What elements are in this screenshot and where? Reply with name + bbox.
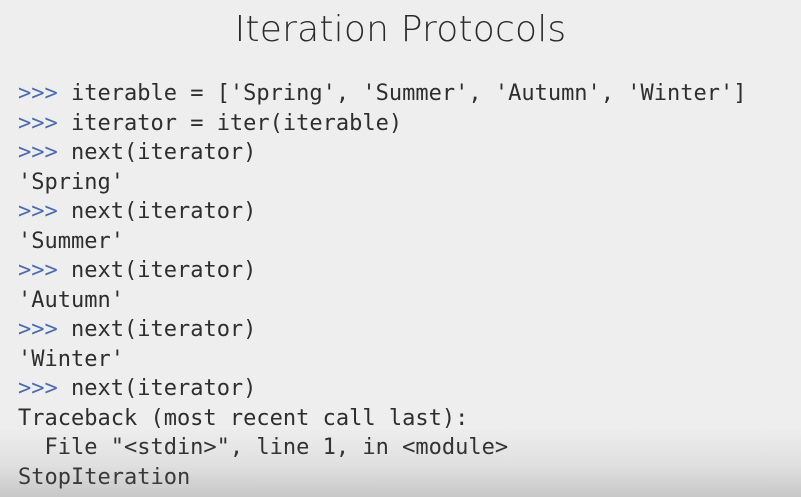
exception-line: StopIteration: [18, 463, 798, 493]
python-console: >>> iterable = ['Spring', 'Summer', 'Aut…: [18, 79, 798, 492]
console-prompt: >>>: [18, 317, 58, 342]
console-text: 'Spring': [18, 169, 124, 195]
console-line: >>> next(iterator): [18, 315, 798, 345]
console-line: >>> iterable = ['Spring', 'Summer', 'Aut…: [18, 79, 798, 109]
console-line: >>> next(iterator): [18, 197, 798, 227]
console-prompt: >>>: [18, 258, 58, 283]
console-text: File "<stdin>", line 1, in <module>: [18, 435, 509, 460]
console-line: >>> next(iterator): [18, 374, 798, 404]
console-text: Traceback (most recent call last):: [18, 405, 469, 431]
console-output-line: 'Winter': [18, 345, 798, 375]
console-prompt: >>>: [18, 376, 58, 401]
console-text: 'Winter': [18, 346, 124, 372]
slide-title: Iteration Protocols: [234, 9, 567, 50]
console-output-line: 'Autumn': [18, 286, 798, 316]
console-output-line: 'Spring': [18, 168, 798, 198]
console-prompt: >>>: [18, 140, 58, 165]
console-text: iterator = iter(iterable): [57, 110, 403, 136]
traceback-line: File "<stdin>", line 1, in <module>: [18, 433, 798, 463]
console-prompt: >>>: [18, 81, 58, 106]
console-text: next(iterator): [57, 376, 257, 401]
console-prompt: >>>: [18, 110, 58, 136]
console-text: next(iterator): [57, 258, 257, 283]
console-text: 'Autumn': [18, 287, 124, 313]
console-line: >>> next(iterator): [18, 138, 798, 168]
console-text: 'Summer': [18, 228, 124, 254]
console-text: next(iterator): [57, 140, 257, 165]
console-output-line: 'Summer': [18, 227, 798, 257]
console-text: iterable = ['Spring', 'Summer', 'Autumn'…: [57, 81, 747, 106]
slide: Iteration Protocols >>> iterable = ['Spr…: [0, 0, 801, 497]
console-text: StopIteration: [18, 464, 191, 490]
console-line: >>> next(iterator): [18, 256, 798, 286]
console-text: next(iterator): [57, 199, 257, 224]
console-text: next(iterator): [57, 317, 257, 342]
console-line: >>> iterator = iter(iterable): [18, 109, 798, 139]
traceback-line: Traceback (most recent call last):: [18, 404, 798, 434]
console-prompt: >>>: [18, 199, 58, 224]
